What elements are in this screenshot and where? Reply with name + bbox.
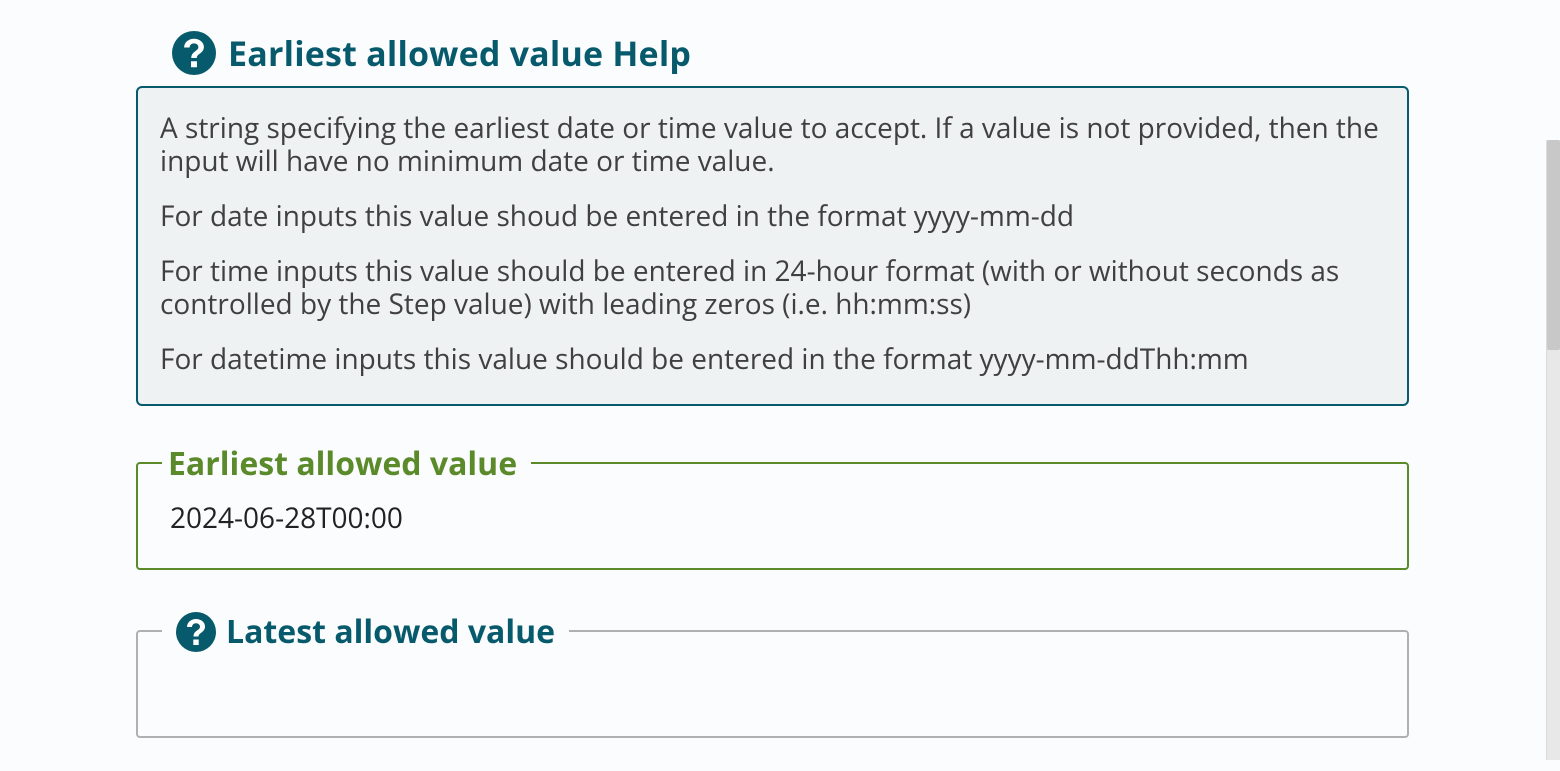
scrollbar-track[interactable] xyxy=(1546,140,1560,760)
form-page: Earliest allowed value Help A string spe… xyxy=(0,0,1560,771)
question-circle-icon[interactable] xyxy=(176,612,216,652)
latest-allowed-value-field: Latest allowed value xyxy=(136,630,1409,738)
field-label: Latest allowed value xyxy=(226,610,555,653)
question-circle-icon[interactable] xyxy=(172,31,216,75)
help-heading-text: Earliest allowed value Help xyxy=(228,30,691,76)
help-paragraph: A string specifying the earliest date or… xyxy=(160,112,1385,178)
help-paragraph: For date inputs this value shoud be ente… xyxy=(160,200,1385,233)
help-paragraph: For time inputs this value should be ent… xyxy=(160,255,1385,321)
help-panel: A string specifying the earliest date or… xyxy=(136,86,1409,406)
earliest-allowed-value-input[interactable] xyxy=(170,494,1375,542)
help-paragraph: For datetime inputs this value should be… xyxy=(160,343,1385,376)
help-heading: Earliest allowed value Help xyxy=(172,30,691,76)
scrollbar-thumb[interactable] xyxy=(1547,140,1560,350)
field-legend: Earliest allowed value xyxy=(162,442,531,485)
latest-allowed-value-input[interactable] xyxy=(170,662,1375,710)
field-legend: Latest allowed value xyxy=(162,610,569,653)
earliest-allowed-value-field: Earliest allowed value xyxy=(136,462,1409,570)
field-label: Earliest allowed value xyxy=(168,442,517,485)
